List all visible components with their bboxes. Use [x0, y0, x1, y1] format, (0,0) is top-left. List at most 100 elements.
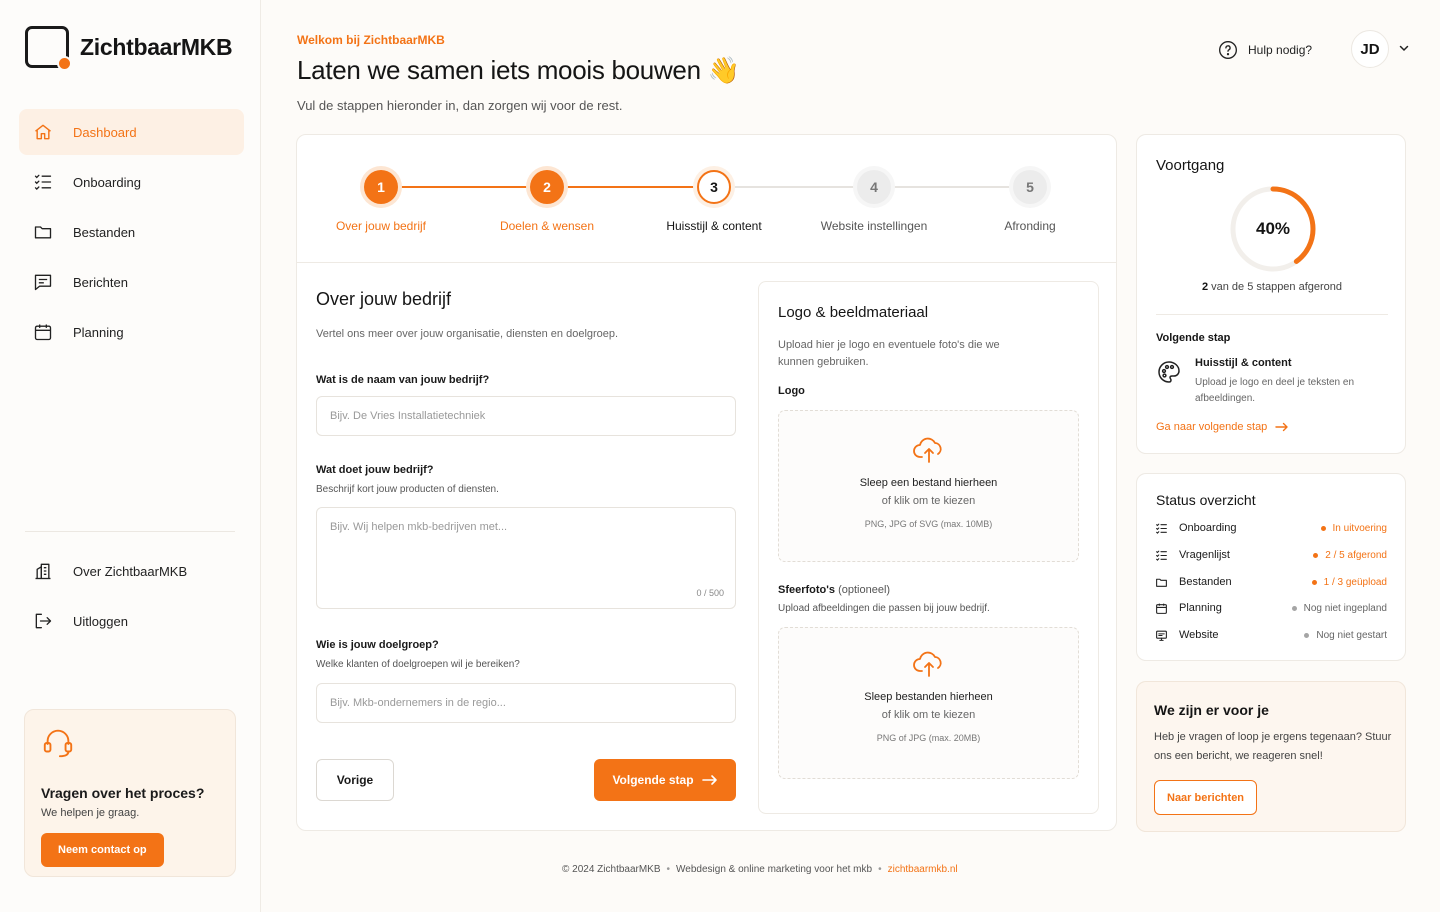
- progress-percent: 40%: [1255, 219, 1291, 238]
- upload-cloud-icon: [912, 437, 942, 463]
- status-value: 1 / 3 geüpload: [1311, 577, 1387, 588]
- logo-mark-icon: [25, 26, 72, 71]
- process-help-card: Vragen over het proces? We helpen je gra…: [24, 709, 236, 877]
- sidebar: ZichtbaarMKB Dashboard Onboarding Bestan…: [0, 0, 261, 912]
- next-step-title: Huisstijl & content: [1195, 357, 1292, 369]
- upload-panel: Logo & beeldmateriaal Upload hier je log…: [758, 281, 1099, 814]
- textarea-placeholder: Bijv. Wij helpen mkb-bedrijven met...: [330, 521, 508, 533]
- status-row-bestanden[interactable]: Bestanden 1 / 3 geüpload: [1155, 574, 1387, 590]
- photos-optional: (optioneel): [838, 584, 891, 596]
- step-1-circle[interactable]: 1: [364, 170, 398, 204]
- next-step-button[interactable]: Volgende stap: [594, 759, 736, 801]
- company-activity-textarea[interactable]: Bijv. Wij helpen mkb-bedrijven met... 0 …: [316, 507, 736, 609]
- step-2-label[interactable]: Doelen & wensen: [467, 219, 627, 233]
- company-activity-help: Beschrijf kort jouw producten of dienste…: [316, 484, 499, 495]
- step-1-label[interactable]: Over jouw bedrijf: [301, 219, 461, 233]
- status-label: Bestanden: [1179, 576, 1232, 588]
- sidebar-item-uitloggen[interactable]: Uitloggen: [19, 598, 244, 644]
- sidebar-item-berichten[interactable]: Berichten: [19, 259, 244, 305]
- brand-name: ZichtbaarMKB: [80, 33, 233, 60]
- progress-summary: 2 van de 5 stappen afgerond: [1137, 281, 1407, 293]
- footer-copyright: © 2024 ZichtbaarMKB: [562, 864, 661, 875]
- step-connector: [714, 186, 874, 188]
- logo-label: Logo: [778, 385, 805, 397]
- footer-link[interactable]: zichtbaarmkb.nl: [888, 864, 958, 875]
- to-messages-button[interactable]: Naar berichten: [1154, 780, 1258, 815]
- chevron-down-icon[interactable]: [1398, 42, 1410, 54]
- footer-tagline: Webdesign & online marketing voor het mk…: [676, 864, 873, 875]
- footer: © 2024 ZichtbaarMKB • Webdesign & online m…: [562, 864, 958, 875]
- calendar-icon: [1156, 603, 1167, 614]
- page-title: Laten we samen iets moois bouwen 👋: [297, 55, 740, 85]
- sidebar-item-dashboard[interactable]: Dashboard: [19, 109, 244, 155]
- help-link[interactable]: Hulp nodig?: [1218, 40, 1312, 60]
- status-value: Nog niet ingepland: [1291, 602, 1387, 614]
- previous-button[interactable]: Vorige: [316, 759, 394, 801]
- dropzone-line2: of klik om te kiezen: [881, 709, 976, 721]
- logo-dropzone[interactable]: Sleep een bestand hierheen of klik om te…: [778, 410, 1079, 562]
- next-step-description: Upload je logo en deel je teksten en afb…: [1195, 377, 1355, 404]
- step-5-circle: 5: [1013, 170, 1047, 204]
- status-value-text: Nog niet ingepland: [1303, 602, 1387, 614]
- company-name-input[interactable]: Bijv. De Vries Installatietechniek: [316, 396, 736, 436]
- building-icon: [33, 561, 53, 581]
- status-card: Status overzicht Onboarding In uitvoerin…: [1136, 473, 1406, 661]
- sidebar-item-onboarding[interactable]: Onboarding: [19, 159, 244, 205]
- dropzone-line1: Sleep bestanden hierheen: [864, 691, 993, 703]
- palette-icon: [1158, 361, 1180, 383]
- upload-description: Upload hier je logo en eventuele foto's …: [778, 339, 1000, 368]
- avatar[interactable]: JD: [1351, 30, 1389, 68]
- dropzone-formats: PNG, JPG of SVG (max. 10MB): [864, 519, 993, 529]
- status-row-website[interactable]: Website Nog niet gestart: [1155, 627, 1387, 643]
- page-subtitle: Vul de stappen hieronder in, dan zorgen …: [297, 98, 623, 113]
- progress-card: Voortgang 40% 2 van de 5 stappen afgeron…: [1136, 134, 1406, 454]
- photos-dropzone[interactable]: Sleep bestanden hierheen of klik om te k…: [778, 627, 1079, 779]
- target-audience-input[interactable]: Bijv. Mkb-ondernemers in de regio...: [316, 683, 736, 723]
- sidebar-item-label: Berichten: [73, 274, 128, 290]
- status-label: Website: [1179, 629, 1219, 641]
- sidebar-item-label: Bestanden: [73, 224, 136, 240]
- photos-label: Sfeerfoto's (optioneel): [778, 584, 890, 596]
- status-value-text: In uitvoering: [1332, 522, 1387, 534]
- photos-label-text: Sfeerfoto's: [778, 584, 836, 596]
- upload-title: Logo & beeldmateriaal: [778, 304, 929, 321]
- arrow-right-icon: [1275, 422, 1289, 432]
- contact-button[interactable]: Neem contact op: [41, 833, 164, 867]
- checklist-icon: [1156, 523, 1167, 534]
- status-row-planning[interactable]: Planning Nog niet ingepland: [1155, 600, 1387, 616]
- status-value-text: Nog niet gestart: [1316, 629, 1387, 641]
- go-next-step-label: Ga naar volgende stap: [1156, 421, 1268, 433]
- status-row-vragenlijst[interactable]: Vragenlijst 2 / 5 afgerond: [1155, 547, 1387, 563]
- monitor-icon: [1156, 630, 1167, 641]
- sidebar-item-label: Uitloggen: [73, 613, 128, 629]
- sidebar-item-bestanden[interactable]: Bestanden: [19, 209, 244, 255]
- sidebar-item-label: Onboarding: [73, 174, 141, 190]
- dropzone-line1: Sleep een bestand hierheen: [859, 477, 998, 489]
- status-label: Onboarding: [1179, 522, 1237, 534]
- step-3-label[interactable]: Huisstijl & content: [634, 219, 794, 233]
- step-2-circle[interactable]: 2: [530, 170, 564, 204]
- status-label: Vragenlijst: [1179, 549, 1230, 561]
- folder-icon: [33, 222, 53, 242]
- secondary-nav: Over ZichtbaarMKB Uitloggen: [19, 548, 244, 648]
- go-next-step-link[interactable]: Ga naar volgende stap: [1156, 421, 1289, 433]
- arrow-right-icon: [701, 775, 717, 785]
- sidebar-item-over[interactable]: Over ZichtbaarMKB: [19, 548, 244, 594]
- progress-done-count: 2: [1201, 281, 1209, 293]
- form-description: Vertel ons meer over jouw organisatie, d…: [316, 328, 619, 340]
- upload-cloud-icon: [912, 651, 942, 677]
- progress-title: Voortgang: [1156, 157, 1225, 174]
- photos-help: Upload afbeeldingen die passen bij jouw …: [778, 603, 990, 614]
- status-row-onboarding[interactable]: Onboarding In uitvoering: [1155, 520, 1387, 536]
- step-4-label: Website instellingen: [820, 219, 928, 233]
- char-counter: 0 / 500: [696, 588, 724, 598]
- brand-logo[interactable]: ZichtbaarMKB: [25, 26, 233, 71]
- calendar-icon: [33, 322, 53, 342]
- sidebar-item-planning[interactable]: Planning: [19, 309, 244, 355]
- step-connector: [547, 186, 714, 188]
- folder-icon: [1156, 578, 1167, 587]
- logout-icon: [33, 611, 53, 631]
- step-connector: [381, 186, 547, 188]
- help-link-label: Hulp nodig?: [1248, 43, 1313, 57]
- step-3-circle[interactable]: 3: [697, 170, 731, 204]
